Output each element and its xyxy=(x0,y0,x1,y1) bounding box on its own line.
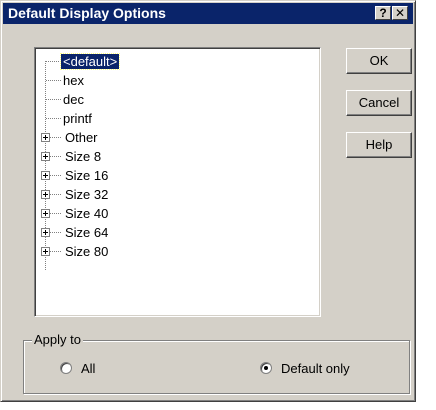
expand-plus-icon[interactable] xyxy=(41,228,50,237)
tree-item-label: Size 8 xyxy=(65,149,102,164)
expand-plus-icon[interactable] xyxy=(41,209,50,218)
help-button[interactable]: Help xyxy=(346,132,412,158)
radio-label: Default only xyxy=(281,361,350,376)
radio-checked-icon xyxy=(260,362,272,374)
ok-button[interactable]: OK xyxy=(346,48,412,74)
tree-item-label: Size 80 xyxy=(65,244,109,259)
close-icon[interactable]: ✕ xyxy=(392,6,408,20)
expand-plus-icon[interactable] xyxy=(41,190,50,199)
tree-item-size-32[interactable]: Size 32 xyxy=(35,185,295,204)
tree-item-label: Size 40 xyxy=(65,206,109,221)
tree-item-size-64[interactable]: Size 64 xyxy=(35,223,295,242)
default-display-options-dialog: Default Display Options ? ✕ <default> he… xyxy=(0,0,416,402)
tree-item-label: Size 64 xyxy=(65,225,109,240)
window-title: Default Display Options xyxy=(8,5,166,21)
tree-item-label: Other xyxy=(65,130,98,145)
tree-item-label: <default> xyxy=(59,53,121,70)
tree-item-label: printf xyxy=(63,111,92,126)
display-options-tree[interactable]: <default> hex dec printf Other Size 8 Si… xyxy=(34,47,321,317)
expand-plus-icon[interactable] xyxy=(41,247,50,256)
tree-item-label: dec xyxy=(63,92,84,107)
tree-item-printf[interactable]: printf xyxy=(35,109,295,128)
tree-item-hex[interactable]: hex xyxy=(35,71,295,90)
expand-plus-icon[interactable] xyxy=(41,171,50,180)
tree-item-default[interactable]: <default> xyxy=(35,52,295,71)
cancel-button[interactable]: Cancel xyxy=(346,90,412,116)
help-question-icon[interactable]: ? xyxy=(375,6,391,20)
tree-item-size-80[interactable]: Size 80 xyxy=(35,242,295,261)
tree-item-label: Size 32 xyxy=(65,187,109,202)
tree-item-other[interactable]: Other xyxy=(35,128,295,147)
tree-item-dec[interactable]: dec xyxy=(35,90,295,109)
expand-plus-icon[interactable] xyxy=(41,152,50,161)
apply-to-group: Apply to All Default only xyxy=(23,332,410,394)
tree-item-size-40[interactable]: Size 40 xyxy=(35,204,295,223)
expand-plus-icon[interactable] xyxy=(41,133,50,142)
radio-label: All xyxy=(81,361,96,376)
apply-to-legend: Apply to xyxy=(32,332,83,348)
tree-item-size-8[interactable]: Size 8 xyxy=(35,147,295,166)
tree-item-label: hex xyxy=(63,73,84,88)
radio-unchecked-icon xyxy=(60,362,72,374)
tree-item-size-16[interactable]: Size 16 xyxy=(35,166,295,185)
title-bar: Default Display Options ? ✕ xyxy=(3,3,413,24)
tree-item-label: Size 16 xyxy=(65,168,109,183)
